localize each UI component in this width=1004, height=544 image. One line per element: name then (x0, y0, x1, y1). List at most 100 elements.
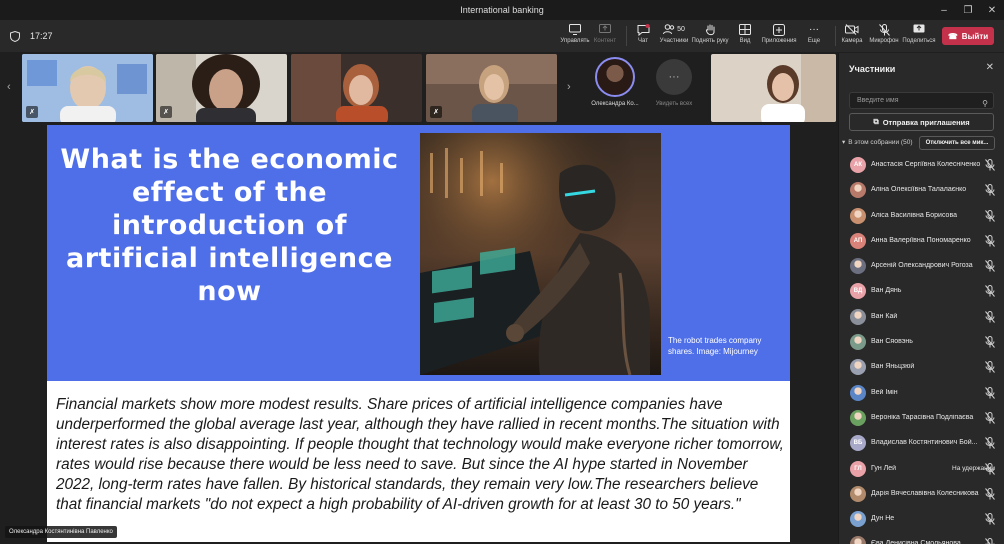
slide-body-text: Financial markets show more modest resul… (56, 396, 784, 513)
camera-label: Камера (841, 38, 863, 44)
participant-row[interactable]: ГЛ Гун Лей На удержании (839, 457, 1004, 482)
participant-row[interactable]: Ван Сяовэнь (839, 330, 1004, 355)
share-screen-icon (912, 23, 926, 36)
video-tile[interactable]: ✗ (22, 54, 153, 122)
send-invite-button[interactable]: ⧉ Отправка приглашения (849, 113, 994, 131)
minimize-icon[interactable]: – (932, 0, 956, 20)
mic-off-icon: ✗ (430, 106, 442, 118)
participant-name: Вероніка Тарасівна Подліпаєва (871, 413, 974, 421)
participant-row[interactable]: АП Анна Валеріївна Пономаренко (839, 229, 1004, 254)
invite-label: Отправка приглашения (882, 117, 970, 127)
participant-row[interactable]: Вей Імін (839, 381, 1004, 406)
mic-off-icon: ✗ (26, 106, 38, 118)
window-titlebar: International banking – ❐ ✕ (0, 0, 1004, 20)
avatar (850, 536, 866, 544)
chevron-left-icon[interactable]: ‹ (7, 81, 11, 93)
section-label: В этом собрании (50) (848, 138, 913, 146)
camera-off-icon (845, 23, 859, 36)
people-icon: 50 (659, 23, 689, 36)
video-tile[interactable]: ✗ (426, 54, 557, 122)
avatar (850, 359, 866, 376)
meeting-timer: 17:27 (30, 31, 53, 41)
avatar (850, 485, 866, 502)
mic-button[interactable]: Микрофон (865, 23, 903, 51)
mic-off-icon (985, 310, 995, 323)
video-tile[interactable] (291, 54, 422, 122)
apps-button[interactable]: Приложения (760, 23, 798, 51)
search-placeholder: Введите имя (857, 97, 899, 104)
manage-icon (568, 23, 582, 36)
raise-hand-button[interactable]: Поднять руку (691, 23, 729, 51)
participant-row[interactable]: Ван Кай (839, 305, 1004, 330)
content-label: Контент (593, 38, 617, 44)
participant-row[interactable]: АК Анастасія Сергіївна Колесніченко (839, 153, 1004, 178)
avatar (850, 384, 866, 401)
view-button[interactable]: Вид (726, 23, 764, 51)
participant-video (291, 54, 422, 122)
mic-off-icon: ✗ (160, 106, 172, 118)
content-button[interactable]: Контент (586, 23, 624, 51)
apps-icon (772, 23, 786, 36)
search-input[interactable]: Введите имя ⚲ (849, 92, 994, 109)
participant-name: Аліса Василівна Борисова (871, 211, 957, 219)
share-screen-button[interactable]: Поделиться (900, 23, 938, 51)
participants-button[interactable]: 50 Участники (655, 23, 693, 51)
window-controls: – ❐ ✕ (932, 0, 1004, 20)
self-video-tile[interactable] (711, 54, 836, 122)
participant-row[interactable]: Аліса Василівна Борисова (839, 204, 1004, 229)
participant-name: Владислав Костянтинович Бой... (871, 439, 978, 447)
avatar: ВД (850, 283, 866, 300)
participant-name: Ван Дянь (871, 287, 902, 295)
participant-row[interactable]: Дарія Вячеславівна Колесникова (839, 482, 1004, 507)
show-all-tile[interactable]: ··· Увидеть всех (652, 57, 696, 117)
more-icon: ··· (809, 23, 819, 35)
mute-all-button[interactable]: Отключить все мик... (919, 136, 995, 150)
participant-row[interactable]: Вероніка Тарасівна Подліпаєва (839, 406, 1004, 431)
share-link-icon: ⧉ (873, 117, 879, 126)
mic-off-icon (985, 260, 995, 273)
mic-off-icon (985, 184, 995, 197)
view-icon (738, 23, 752, 36)
mic-off-icon (985, 462, 995, 475)
participant-name: Ван Сяовэнь (871, 338, 913, 346)
avatar (850, 182, 866, 199)
participants-count: 50 (677, 26, 685, 33)
mic-off-icon (985, 159, 995, 171)
window-title: International banking (460, 5, 544, 15)
maximize-icon[interactable]: ❐ (956, 0, 980, 20)
participant-row[interactable]: ВД Ван Дянь (839, 279, 1004, 304)
robot-image (420, 133, 661, 375)
participant-name: Анастасія Сергіївна Колесніченко (871, 161, 981, 168)
raise-hand-label: Поднять руку (691, 38, 729, 44)
video-tile[interactable]: ✗ (156, 54, 287, 122)
participant-video (156, 54, 287, 122)
presentation-slide: What is the economic effect of the intro… (47, 125, 790, 542)
participant-row[interactable]: Аліна Олексіївна Талалаєнко (839, 178, 1004, 203)
participant-row[interactable]: Дун Не (839, 507, 1004, 532)
avatar: ВБ (850, 435, 866, 452)
chevron-right-icon[interactable]: › (567, 81, 571, 93)
participant-name: Гун Лей (871, 464, 897, 472)
presenter-name-tag: Олександра Костянтинівна Павленко (5, 526, 117, 538)
more-label: Еще (807, 38, 821, 44)
mic-off-icon (985, 336, 995, 348)
leave-button[interactable]: ☎ Выйти (942, 27, 994, 45)
participant-row[interactable]: ВБ Владислав Костянтинович Бой... (839, 431, 1004, 456)
participant-row[interactable]: Ван Яньцзюй (839, 355, 1004, 380)
slide-header: What is the economic effect of the intro… (47, 125, 790, 381)
share-screen-label: Поделиться (902, 38, 936, 44)
shared-content-stage: What is the economic effect of the intro… (0, 123, 838, 544)
section-header[interactable]: ▾ В этом собрании (50) (842, 138, 913, 147)
mic-off-icon (985, 234, 995, 247)
participant-row[interactable]: Єва Денисівна Смольянова (839, 532, 1004, 544)
avatar: АП (850, 232, 866, 249)
close-window-icon[interactable]: ✕ (980, 0, 1004, 20)
participant-name: Єва Денисівна Смольянова (871, 540, 961, 544)
participant-row[interactable]: Арсеній Олександрович Рогоза (839, 254, 1004, 279)
mic-off-icon (985, 285, 995, 298)
participant-avatar-tile[interactable]: Олександра Ко... (585, 57, 645, 117)
more-button[interactable]: ··· Еще (795, 23, 833, 51)
participant-video (711, 54, 836, 122)
close-icon[interactable]: ✕ (986, 62, 994, 73)
mic-off-icon (985, 538, 995, 544)
